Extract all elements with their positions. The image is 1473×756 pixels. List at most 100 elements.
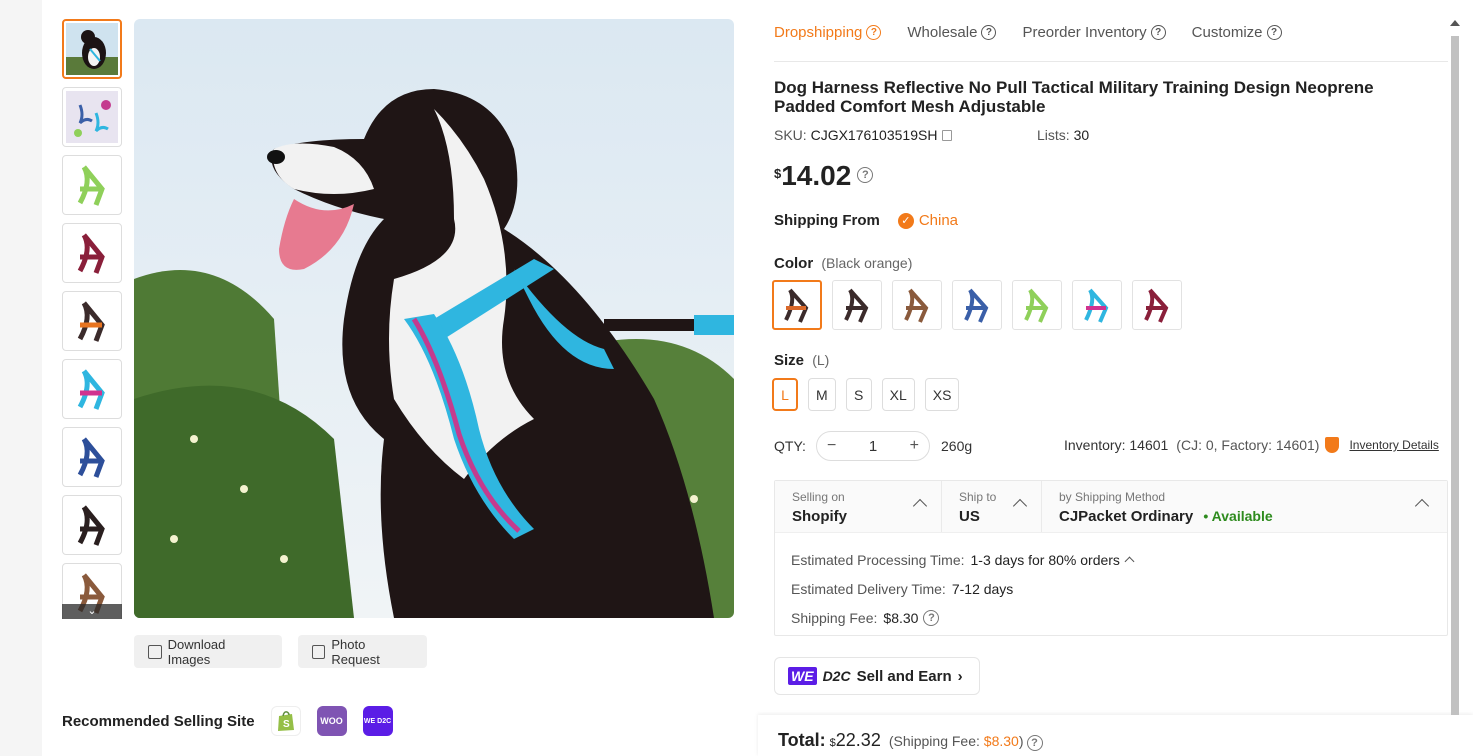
help-icon[interactable]: ? (1266, 24, 1282, 40)
lists-label: Lists: (1037, 127, 1070, 143)
color-swatches[interactable] (772, 280, 1182, 330)
purchase-type-tabs[interactable]: Dropshipping ? Wholesale ? Preorder Inve… (774, 20, 1282, 44)
size-options[interactable]: L M S XL XS (772, 378, 960, 411)
lists-value: 30 (1073, 127, 1090, 143)
price-currency: $ (774, 166, 782, 181)
shipping-fee: Shipping Fee: $8.30 ? (791, 603, 1447, 632)
sku-label: SKU: (774, 127, 807, 143)
processing-label: Estimated Processing Time: (791, 551, 965, 568)
shipping-from-label: Shipping From (774, 212, 880, 229)
tab-wholesale[interactable]: Wholesale ? (907, 20, 997, 44)
inventory-breakdown: (CJ: 0, Factory: 14601) (1176, 437, 1320, 453)
help-icon[interactable]: ? (923, 609, 940, 626)
minus-icon[interactable]: − (827, 437, 836, 455)
selling-on-select[interactable]: Selling on Shopify (775, 481, 942, 532)
total-fee-prefix: (Shipping Fee: (888, 733, 980, 749)
size-option-m[interactable]: M (808, 378, 836, 411)
main-product-image[interactable] (134, 19, 734, 618)
swatch-black-orange[interactable] (772, 280, 822, 330)
processing-value: 1-3 days for 80% orders (970, 551, 1120, 568)
swatch-blue[interactable] (952, 280, 1002, 330)
shipping-selectors: Selling on Shopify Ship to US by Shippin… (775, 481, 1447, 533)
qty-label: QTY: (774, 438, 806, 454)
size-option-xl[interactable]: XL (881, 378, 915, 411)
product-title: Dog Harness Reflective No Pull Tactical … (774, 78, 1374, 116)
price: $ 14.02 ? (774, 160, 874, 192)
thumbnail-orange[interactable] (62, 291, 122, 351)
download-images-button[interactable]: Download Images (134, 635, 282, 668)
woocommerce-icon[interactable]: WOO (316, 706, 347, 736)
size-option-s[interactable]: S (845, 378, 872, 411)
delivery-label: Estimated Delivery Time: (791, 580, 946, 597)
scrollbar[interactable] (1451, 36, 1459, 715)
size-selected: (L) (812, 352, 830, 368)
ship-to-select[interactable]: Ship to US (942, 481, 1042, 532)
shipping-details: Estimated Processing Time: 1-3 days for … (775, 533, 1447, 632)
size-option-xs[interactable]: XS (924, 378, 960, 411)
sku-value: CJGX176103519SH (810, 127, 938, 143)
swatch-sky-blue[interactable] (1072, 280, 1122, 330)
chevron-right-icon: › (957, 667, 963, 685)
shipping-method-select[interactable]: by Shipping Method CJPacket Ordinary • A… (1042, 481, 1447, 532)
delivery-time: Estimated Delivery Time: 7-12 days (791, 574, 1447, 603)
swatch-green[interactable] (1012, 280, 1062, 330)
help-icon[interactable]: ? (866, 24, 882, 40)
ship-to-value: US (959, 508, 980, 525)
help-icon[interactable]: ? (1150, 24, 1166, 40)
tab-wholesale-label: Wholesale (907, 23, 978, 41)
total-fee-value: $8.30 (983, 733, 1019, 749)
quantity-stepper[interactable]: − 1 + (816, 431, 930, 461)
tab-customize-label: Customize (1191, 23, 1263, 41)
thumbnail-list[interactable] (62, 19, 122, 619)
photo-request-button[interactable]: Photo Request (298, 635, 427, 668)
lists-count: Lists: 30 (1037, 127, 1089, 143)
photo-request-label: Photo Request (331, 636, 380, 667)
shipping-fee-label: Shipping Fee: (791, 609, 878, 626)
total: Total: $ 22.32 (Shipping Fee: $8.30) ? (778, 730, 1043, 751)
size-heading: Size (L) (774, 352, 829, 369)
thumbnail-green[interactable] (62, 155, 122, 215)
tab-dropshipping[interactable]: Dropshipping ? (774, 20, 882, 44)
inventory-total: Inventory: 14601 (1064, 437, 1169, 453)
total-shipping-fee: (Shipping Fee: $8.30) (889, 733, 1024, 749)
size-option-l[interactable]: L (772, 378, 798, 411)
thumbnail-blue-pink[interactable] (62, 359, 122, 419)
ship-to-label: Ship to (959, 490, 997, 504)
thumbnail-red[interactable] (62, 223, 122, 283)
quantity-value[interactable]: 1 (869, 438, 877, 455)
swatch-red[interactable] (1132, 280, 1182, 330)
thumbnail-navy[interactable] (62, 427, 122, 487)
tab-preorder-inventory[interactable]: Preorder Inventory ? (1022, 20, 1166, 44)
d2c-logo: D2C (822, 668, 851, 684)
shipping-method-value: CJPacket Ordinary (1059, 508, 1194, 525)
chevron-up-icon[interactable] (1124, 556, 1135, 567)
scroll-up-arrow[interactable] (1450, 20, 1460, 26)
help-icon[interactable]: ? (1026, 735, 1043, 751)
check-icon: ✓ (897, 212, 914, 229)
weight: 260g (941, 438, 973, 454)
download-icon (148, 644, 162, 659)
inventory-details-link[interactable]: Inventory Details (1349, 438, 1438, 452)
total-label: Total: (778, 730, 826, 750)
sell-and-earn-label: Sell and Earn (856, 667, 952, 685)
sell-and-earn-button[interactable]: WE D2C Sell and Earn › (774, 657, 980, 695)
shipping-from: Shipping From ✓ China (774, 212, 958, 229)
wed2c-icon[interactable]: WE D2C (362, 706, 393, 736)
size-label: Size (774, 352, 805, 369)
thumbnail-dog[interactable] (62, 19, 122, 79)
shipping-panel: Selling on Shopify Ship to US by Shippin… (774, 480, 1448, 636)
swatch-black[interactable] (832, 280, 882, 330)
thumbnail-black[interactable] (62, 495, 122, 555)
plus-icon[interactable]: + (910, 437, 919, 455)
tab-customize[interactable]: Customize ? (1192, 20, 1282, 44)
thumbnail-collection[interactable] (62, 87, 122, 147)
copy-icon[interactable] (942, 130, 953, 141)
shipping-from-option[interactable]: ✓ China (897, 212, 958, 229)
recommended-label: Recommended Selling Site (62, 712, 255, 730)
svg-text:S: S (283, 719, 290, 730)
swatch-brown[interactable] (892, 280, 942, 330)
help-icon[interactable]: ? (857, 167, 874, 183)
help-icon[interactable]: ? (981, 24, 997, 40)
chevron-down-icon[interactable]: ⌄ (62, 604, 122, 619)
shopify-icon[interactable]: S (270, 706, 301, 736)
